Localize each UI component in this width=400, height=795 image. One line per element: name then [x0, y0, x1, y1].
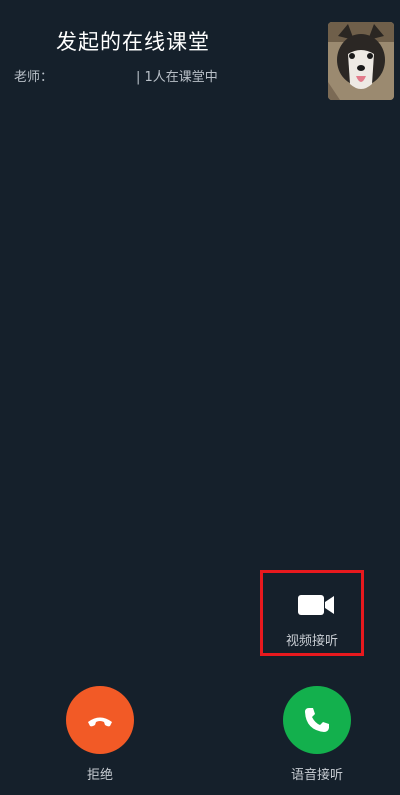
decline-label: 拒绝	[86, 768, 113, 783]
caller-avatar	[328, 22, 394, 100]
hang-up-phone-icon	[88, 717, 112, 727]
call-title: 发起的在线课堂	[56, 30, 210, 54]
phone-icon	[305, 708, 329, 732]
video-camera-icon	[298, 595, 334, 615]
video-answer-label: 视频接听	[285, 634, 338, 649]
voice-answer-label: 语音接听	[290, 768, 343, 783]
teacher-label: 老师：	[14, 70, 54, 85]
decline-button[interactable]	[66, 686, 134, 754]
dog-avatar-image	[328, 22, 394, 100]
participant-count: | 1人在课堂中	[136, 70, 218, 85]
video-answer-button[interactable]: 视频接听	[260, 570, 364, 656]
voice-answer-button[interactable]	[283, 686, 351, 754]
